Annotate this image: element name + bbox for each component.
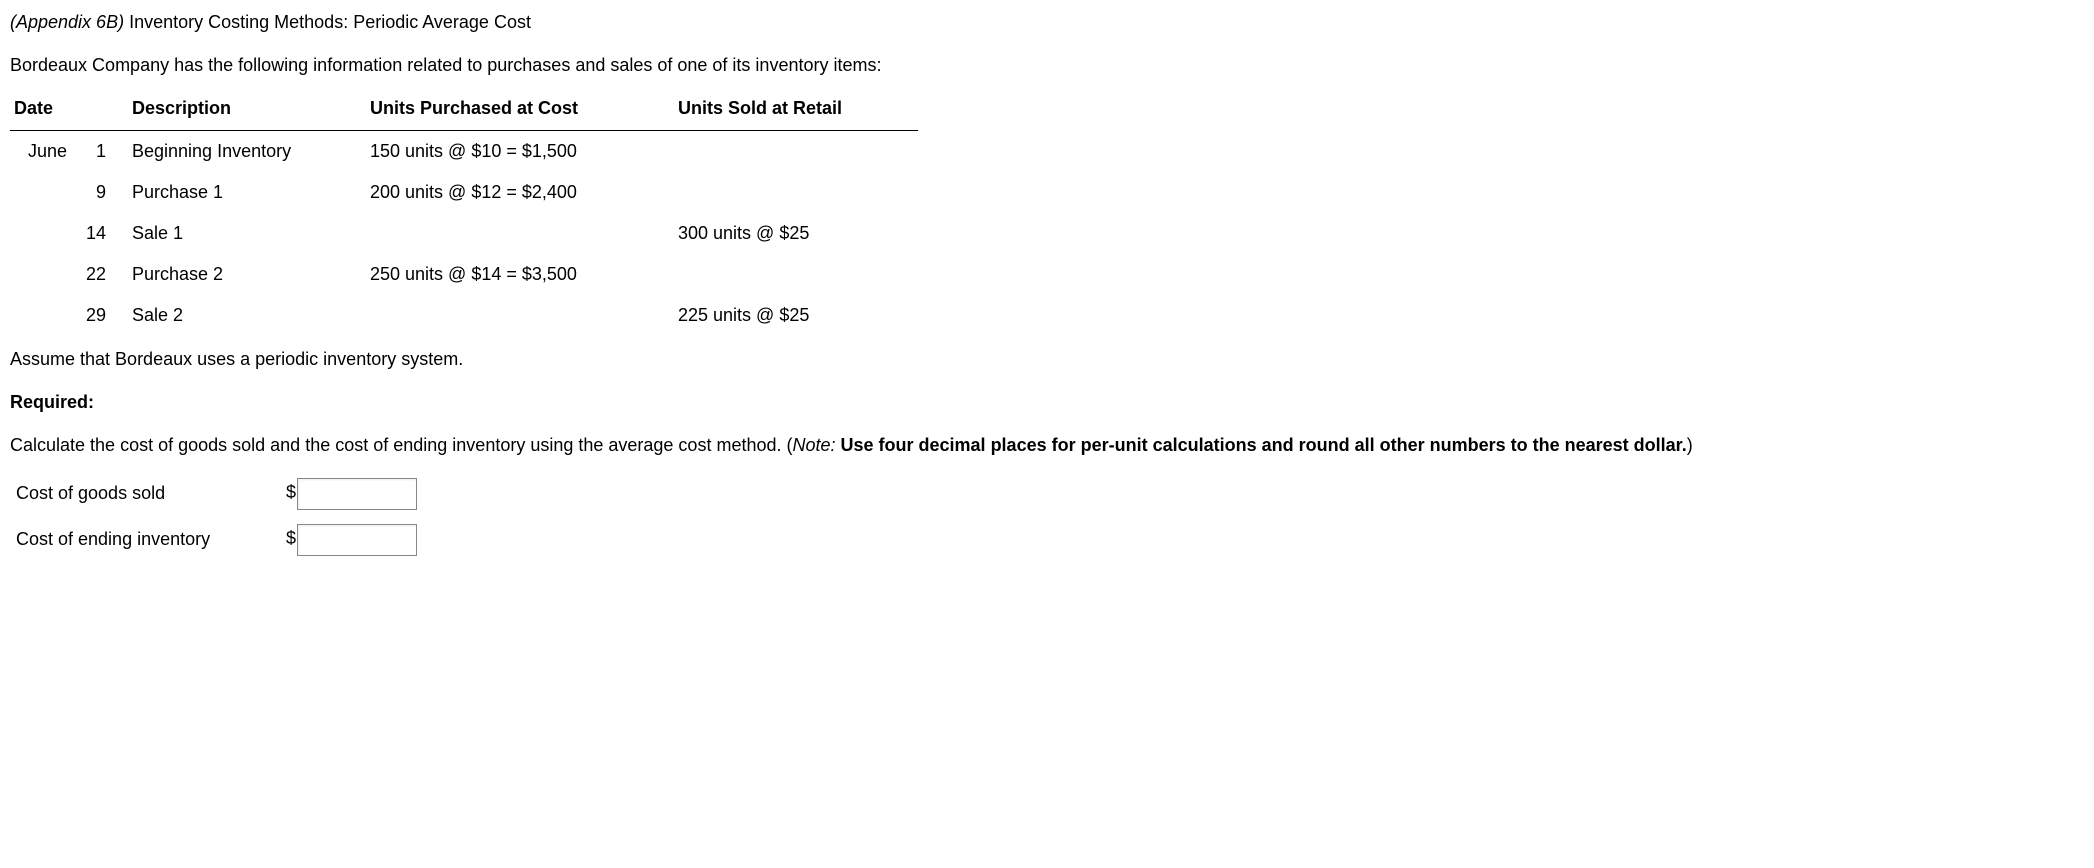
inventory-table: Date Description Units Purchased at Cost… <box>10 88 918 336</box>
cell-description: Sale 1 <box>124 213 362 254</box>
ending-input[interactable] <box>297 524 417 556</box>
instructions-note-label: Note: <box>792 435 835 455</box>
cell-sold: 300 units @ $25 <box>670 213 918 254</box>
cogs-label: Cost of goods sold <box>12 472 280 516</box>
cell-purchased: 250 units @ $14 = $3,500 <box>362 254 670 295</box>
cell-day: 9 <box>82 172 124 213</box>
header-description: Description <box>124 88 362 130</box>
page-title: (Appendix 6B) Inventory Costing Methods:… <box>10 10 2084 35</box>
cell-day: 14 <box>82 213 124 254</box>
cell-description: Purchase 2 <box>124 254 362 295</box>
table-row: 29 Sale 2 225 units @ $25 <box>10 295 918 336</box>
assumption-text: Assume that Bordeaux uses a periodic inv… <box>10 347 2084 372</box>
cell-month <box>10 254 82 295</box>
answer-row-ending: Cost of ending inventory $ <box>12 518 421 562</box>
instructions-close: ) <box>1687 435 1693 455</box>
currency-symbol: $ <box>286 480 296 505</box>
cell-purchased: 200 units @ $12 = $2,400 <box>362 172 670 213</box>
cell-day: 22 <box>82 254 124 295</box>
instructions-lead: Calculate the cost of goods sold and the… <box>10 435 792 455</box>
cogs-input[interactable] <box>297 478 417 510</box>
cell-month: June <box>10 130 82 172</box>
cell-description: Sale 2 <box>124 295 362 336</box>
table-row: 22 Purchase 2 250 units @ $14 = $3,500 <box>10 254 918 295</box>
cell-sold: 225 units @ $25 <box>670 295 918 336</box>
cell-month <box>10 295 82 336</box>
cell-purchased <box>362 213 670 254</box>
cell-month <box>10 172 82 213</box>
answer-table: Cost of goods sold $ Cost of ending inve… <box>10 470 423 564</box>
cell-day: 1 <box>82 130 124 172</box>
instructions-note-bold: Use four decimal places for per-unit cal… <box>836 435 1687 455</box>
instructions-text: Calculate the cost of goods sold and the… <box>10 433 2084 458</box>
table-header-row: Date Description Units Purchased at Cost… <box>10 88 918 130</box>
ending-label: Cost of ending inventory <box>12 518 280 562</box>
cell-description: Purchase 1 <box>124 172 362 213</box>
table-row: 9 Purchase 1 200 units @ $12 = $2,400 <box>10 172 918 213</box>
table-row: 14 Sale 1 300 units @ $25 <box>10 213 918 254</box>
cell-sold <box>670 130 918 172</box>
header-sold: Units Sold at Retail <box>670 88 918 130</box>
header-date: Date <box>10 88 124 130</box>
header-purchased: Units Purchased at Cost <box>362 88 670 130</box>
cell-purchased <box>362 295 670 336</box>
cell-description: Beginning Inventory <box>124 130 362 172</box>
table-row: June 1 Beginning Inventory 150 units @ $… <box>10 130 918 172</box>
required-heading: Required: <box>10 390 2084 415</box>
cell-purchased: 150 units @ $10 = $1,500 <box>362 130 670 172</box>
intro-text: Bordeaux Company has the following infor… <box>10 53 2084 78</box>
cell-month <box>10 213 82 254</box>
cell-sold <box>670 172 918 213</box>
cell-day: 29 <box>82 295 124 336</box>
currency-symbol: $ <box>286 526 296 551</box>
title-prefix: (Appendix 6B) <box>10 12 124 32</box>
title-rest: Inventory Costing Methods: Periodic Aver… <box>124 12 531 32</box>
answer-row-cogs: Cost of goods sold $ <box>12 472 421 516</box>
cell-sold <box>670 254 918 295</box>
